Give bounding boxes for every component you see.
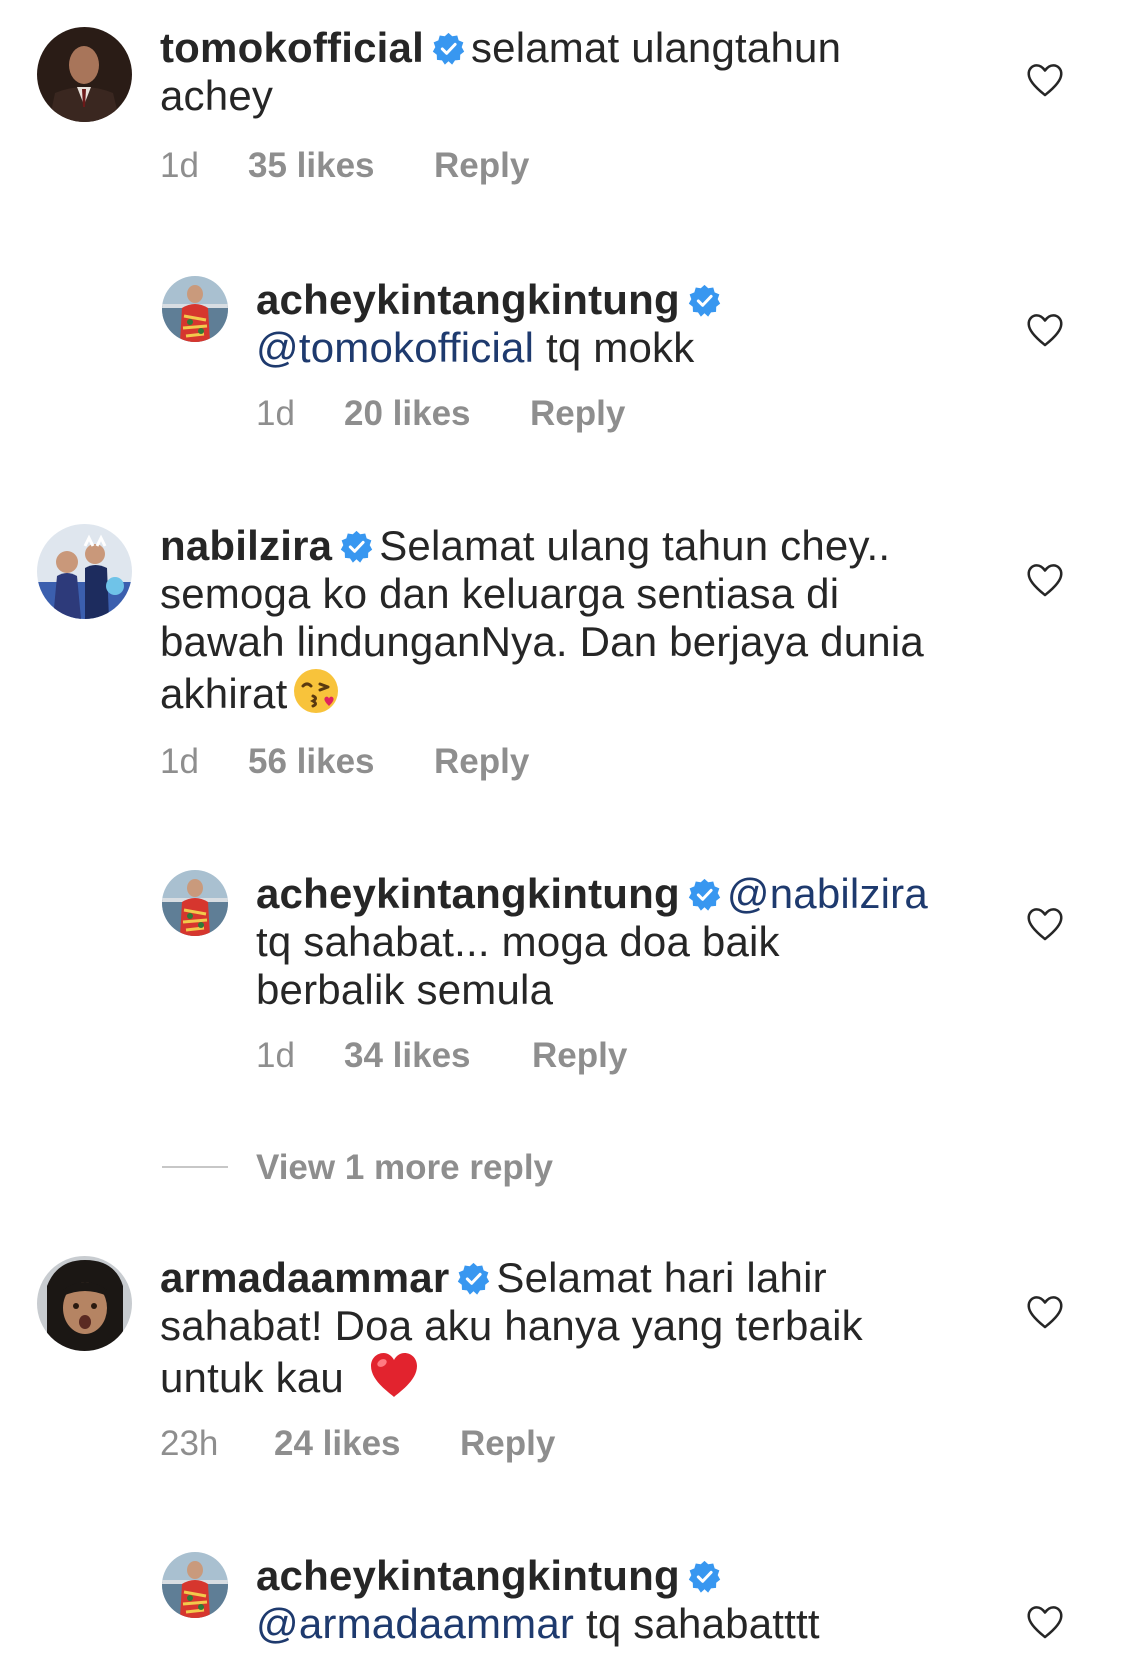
username[interactable]: tomokofficial <box>160 24 424 71</box>
likes-count[interactable]: 24 likes <box>274 1424 401 1464</box>
timestamp: 1d <box>256 394 295 433</box>
profile-photo-man-red-shirt-icon <box>162 276 228 342</box>
reply-button[interactable]: Reply <box>460 1424 555 1464</box>
profile-photo-man-long-hair-icon <box>37 1256 132 1351</box>
timestamp: 1d <box>160 146 199 185</box>
heart-icon[interactable] <box>1026 562 1064 598</box>
avatar[interactable] <box>162 1552 228 1618</box>
heart-icon[interactable] <box>1026 312 1064 348</box>
avatar[interactable] <box>162 870 228 936</box>
heart-icon[interactable] <box>1026 62 1064 98</box>
likes-count[interactable]: 20 likes <box>344 394 471 434</box>
profile-photo-man-red-shirt-icon <box>162 870 228 936</box>
likes-count[interactable]: 35 likes <box>248 146 375 186</box>
view-more-replies[interactable]: View 1 more reply <box>162 1148 862 1188</box>
likes-count[interactable]: 56 likes <box>248 742 375 782</box>
comment-item: nabilzira Selamat ulang tahun chey.. semo… <box>0 522 1125 792</box>
profile-photo-man-red-shirt-icon <box>162 1552 228 1618</box>
timestamp: 1d <box>160 742 199 781</box>
comment-text: acheykintangkintung @tomokofficial tq mo… <box>256 276 1016 372</box>
divider-line <box>162 1166 228 1168</box>
view-more-label[interactable]: View 1 more reply <box>256 1148 553 1188</box>
avatar[interactable] <box>162 276 228 342</box>
avatar[interactable] <box>37 524 132 619</box>
reply-button[interactable]: Reply <box>434 146 529 186</box>
verified-badge-icon <box>688 878 721 911</box>
username[interactable]: nabilzira <box>160 522 332 569</box>
username[interactable]: acheykintangkintung <box>256 276 680 323</box>
likes-count[interactable]: 34 likes <box>344 1036 471 1076</box>
timestamp: 23h <box>160 1424 219 1463</box>
comment-text: acheykintangkintung @nabilzira tq sahabat… <box>256 870 928 1013</box>
mention-link[interactable]: @nabilzira <box>727 870 928 917</box>
avatar[interactable] <box>37 1256 132 1351</box>
verified-badge-icon <box>688 1560 721 1593</box>
comment-text: armadaammar Selamat hari lahir sahabat! D… <box>160 1254 863 1401</box>
verified-badge-icon <box>340 530 373 563</box>
reply-button[interactable]: Reply <box>434 742 529 782</box>
username[interactable]: acheykintangkintung <box>256 870 680 917</box>
username[interactable]: armadaammar <box>160 1254 449 1301</box>
username[interactable]: acheykintangkintung <box>256 1552 680 1599</box>
avatar[interactable] <box>37 27 132 122</box>
mention-link[interactable]: @armadaammar <box>256 1600 574 1647</box>
comment-text: acheykintangkintung @armadaammar tq saha… <box>256 1552 820 1647</box>
timestamp: 1d <box>256 1036 295 1075</box>
heart-icon[interactable] <box>1026 1604 1064 1640</box>
reply-item: acheykintangkintung @nabilzira tq sahabat… <box>0 870 1125 1080</box>
reply-item: acheykintangkintung @tomokofficial tq mo… <box>0 276 1125 466</box>
profile-photo-man-in-suit-icon <box>37 27 132 122</box>
comment-text: nabilzira Selamat ulang tahun chey.. semo… <box>160 522 924 717</box>
reply-button[interactable]: Reply <box>532 1036 627 1076</box>
comment-item: tomokofficial selamat ulangtahun achey 1d… <box>0 0 1125 230</box>
kissing-face-emoji-icon <box>294 669 339 713</box>
comment-item: armadaammar Selamat hari lahir sahabat! D… <box>0 1254 1125 1484</box>
heart-icon[interactable] <box>1026 906 1064 942</box>
verified-badge-icon <box>432 32 465 65</box>
mention-link[interactable]: @tomokofficial <box>256 324 534 371</box>
comment-text: tomokofficial selamat ulangtahun achey <box>160 24 842 119</box>
profile-photo-family-icon <box>37 524 132 619</box>
heart-icon[interactable] <box>1026 1294 1064 1330</box>
reply-button[interactable]: Reply <box>530 394 625 434</box>
verified-badge-icon <box>688 284 721 317</box>
reply-item: acheykintangkintung @armadaammar tq saha… <box>0 1552 1125 1679</box>
red-heart-emoji-icon <box>370 1353 417 1397</box>
verified-badge-icon <box>457 1262 490 1295</box>
